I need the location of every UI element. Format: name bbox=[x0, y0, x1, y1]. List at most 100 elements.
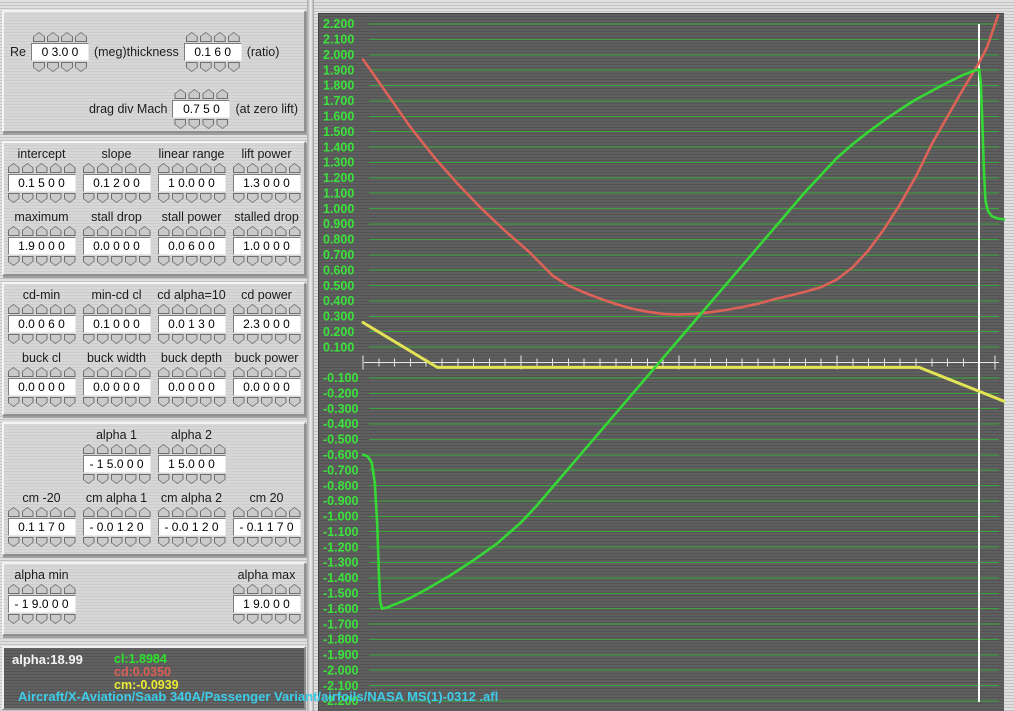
spinner-down-arrow[interactable] bbox=[158, 256, 170, 266]
spinner-up-arrow[interactable] bbox=[261, 367, 273, 377]
spinner-down-arrow[interactable] bbox=[22, 193, 34, 203]
spinner-up-arrow[interactable] bbox=[261, 507, 273, 517]
value-field[interactable]: 0.0 0 0 0 bbox=[158, 378, 226, 396]
spinner-down-arrow[interactable] bbox=[214, 334, 226, 344]
spinner-down-arrow[interactable] bbox=[111, 537, 123, 547]
spinner-up-arrow[interactable] bbox=[36, 584, 48, 594]
spinner-down-arrow[interactable] bbox=[139, 474, 151, 484]
spinner-down-arrow[interactable] bbox=[174, 119, 186, 129]
spinner-up-arrow[interactable] bbox=[50, 584, 62, 594]
spinner-up-arrow[interactable] bbox=[172, 507, 184, 517]
spinner-down-arrow[interactable] bbox=[139, 537, 151, 547]
spinner-up-arrow[interactable] bbox=[8, 367, 20, 377]
spinner-up-arrow[interactable] bbox=[247, 163, 259, 173]
spinner-down-arrow[interactable] bbox=[247, 334, 259, 344]
spinner-up-arrow[interactable] bbox=[214, 507, 226, 517]
spinner-up-arrow[interactable] bbox=[289, 507, 301, 517]
spinner-down-arrow[interactable] bbox=[214, 193, 226, 203]
value-field[interactable]: 0.0 0 6 0 bbox=[8, 315, 76, 333]
spinner-down-arrow[interactable] bbox=[214, 537, 226, 547]
spinner-down-arrow[interactable] bbox=[158, 334, 170, 344]
spinner-down-arrow[interactable] bbox=[186, 537, 198, 547]
spinner-up-arrow[interactable] bbox=[22, 304, 34, 314]
spinner-up-arrow[interactable] bbox=[200, 163, 212, 173]
airfoil-file-path[interactable]: Aircraft/X-Aviation/Saab 340A/Passenger … bbox=[18, 689, 498, 704]
spinner-up-arrow[interactable] bbox=[172, 163, 184, 173]
spinner-up-arrow[interactable] bbox=[83, 367, 95, 377]
spinner-down-arrow[interactable] bbox=[125, 334, 137, 344]
spinner-down-arrow[interactable] bbox=[200, 193, 212, 203]
spinner-up-arrow[interactable] bbox=[97, 163, 109, 173]
spinner-up-arrow[interactable] bbox=[83, 226, 95, 236]
spinner-down-arrow[interactable] bbox=[186, 62, 198, 72]
spinner-down-arrow[interactable] bbox=[261, 334, 273, 344]
value-field[interactable]: 0.0 0 0 0 bbox=[83, 237, 151, 255]
spinner-up-arrow[interactable] bbox=[50, 226, 62, 236]
spinner-up-arrow[interactable] bbox=[228, 32, 240, 42]
spinner-up-arrow[interactable] bbox=[200, 226, 212, 236]
spinner-up-arrow[interactable] bbox=[8, 584, 20, 594]
spinner-down-arrow[interactable] bbox=[111, 193, 123, 203]
value-field[interactable]: 1 9.0 0 0 bbox=[233, 595, 301, 613]
spinner-up-arrow[interactable] bbox=[275, 163, 287, 173]
spinner-down-arrow[interactable] bbox=[8, 193, 20, 203]
value-field[interactable]: 0.0 0 0 0 bbox=[8, 378, 76, 396]
spinner-up-arrow[interactable] bbox=[289, 163, 301, 173]
spinner-up-arrow[interactable] bbox=[289, 304, 301, 314]
spinner-up-arrow[interactable] bbox=[200, 507, 212, 517]
spinner-up-arrow[interactable] bbox=[275, 367, 287, 377]
spinner-down-arrow[interactable] bbox=[8, 537, 20, 547]
spinner-down-arrow[interactable] bbox=[289, 397, 301, 407]
spinner-up-arrow[interactable] bbox=[36, 304, 48, 314]
spinner-down-arrow[interactable] bbox=[97, 193, 109, 203]
spinner-down-arrow[interactable] bbox=[125, 537, 137, 547]
spinner-down-arrow[interactable] bbox=[172, 397, 184, 407]
spinner-down-arrow[interactable] bbox=[50, 334, 62, 344]
spinner-up-arrow[interactable] bbox=[50, 163, 62, 173]
spinner-down-arrow[interactable] bbox=[36, 614, 48, 624]
spinner-down-arrow[interactable] bbox=[139, 397, 151, 407]
value-field[interactable]: - 0.1 1 7 0 bbox=[233, 518, 301, 536]
spinner-up-arrow[interactable] bbox=[139, 507, 151, 517]
spinner-up-arrow[interactable] bbox=[97, 367, 109, 377]
spinner-down-arrow[interactable] bbox=[247, 537, 259, 547]
spinner-up-arrow[interactable] bbox=[214, 226, 226, 236]
spinner-down-arrow[interactable] bbox=[247, 256, 259, 266]
spinner-down-arrow[interactable] bbox=[247, 193, 259, 203]
spinner-up-arrow[interactable] bbox=[36, 226, 48, 236]
spinner-up-arrow[interactable] bbox=[139, 304, 151, 314]
spinner-up-arrow[interactable] bbox=[200, 32, 212, 42]
spinner-down-arrow[interactable] bbox=[233, 334, 245, 344]
value-field[interactable]: 1.3 0 0 0 bbox=[233, 174, 301, 192]
spinner-down-arrow[interactable] bbox=[261, 193, 273, 203]
spinner-down-arrow[interactable] bbox=[111, 397, 123, 407]
spinner-down-arrow[interactable] bbox=[22, 537, 34, 547]
spinner-down-arrow[interactable] bbox=[289, 193, 301, 203]
spinner-down-arrow[interactable] bbox=[261, 256, 273, 266]
spinner-up-arrow[interactable] bbox=[33, 32, 45, 42]
spinner-up-arrow[interactable] bbox=[61, 32, 73, 42]
spinner-down-arrow[interactable] bbox=[172, 474, 184, 484]
spinner-up-arrow[interactable] bbox=[97, 507, 109, 517]
spinner-down-arrow[interactable] bbox=[125, 256, 137, 266]
spinner-down-arrow[interactable] bbox=[172, 334, 184, 344]
spinner-up-arrow[interactable] bbox=[186, 444, 198, 454]
spinner-up-arrow[interactable] bbox=[125, 226, 137, 236]
spinner-down-arrow[interactable] bbox=[172, 256, 184, 266]
spinner-down-arrow[interactable] bbox=[275, 334, 287, 344]
spinner-up-arrow[interactable] bbox=[83, 304, 95, 314]
spinner-down-arrow[interactable] bbox=[36, 537, 48, 547]
spinner-down-arrow[interactable] bbox=[97, 397, 109, 407]
spinner-down-arrow[interactable] bbox=[289, 334, 301, 344]
spinner-down-arrow[interactable] bbox=[228, 62, 240, 72]
value-field[interactable]: 0.0 1 3 0 bbox=[158, 315, 226, 333]
spinner-up-arrow[interactable] bbox=[289, 367, 301, 377]
spinner-down-arrow[interactable] bbox=[214, 397, 226, 407]
spinner-up-arrow[interactable] bbox=[158, 507, 170, 517]
spinner-down-arrow[interactable] bbox=[36, 193, 48, 203]
spinner-up-arrow[interactable] bbox=[158, 226, 170, 236]
spinner-up-arrow[interactable] bbox=[139, 226, 151, 236]
value-field[interactable]: 2.3 0 0 0 bbox=[233, 315, 301, 333]
spinner-up-arrow[interactable] bbox=[64, 367, 76, 377]
spinner-down-arrow[interactable] bbox=[186, 256, 198, 266]
